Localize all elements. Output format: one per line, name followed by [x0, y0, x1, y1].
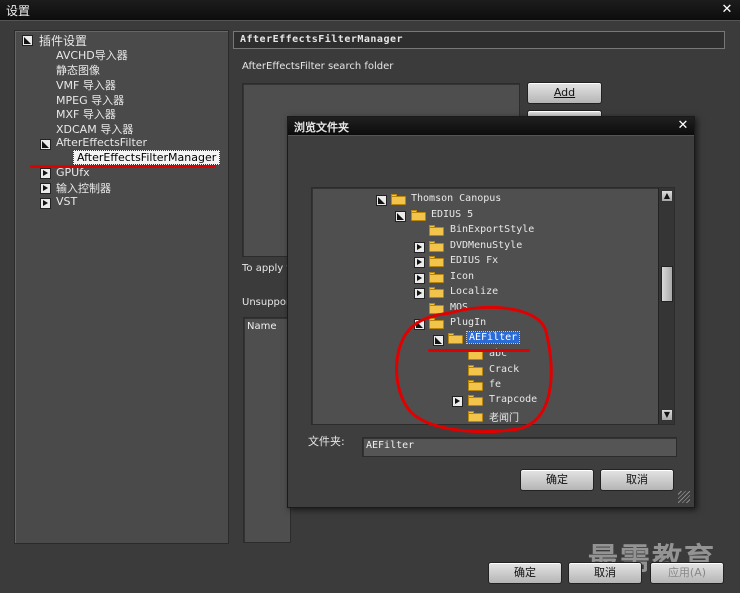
folder-thomson-canopus[interactable]: Thomson Canopus [411, 193, 501, 204]
folder-icon-dir[interactable]: Icon [450, 271, 474, 282]
folder-icon [391, 194, 406, 205]
dialog-close-icon[interactable]: ✕ [676, 119, 690, 133]
folder-localize[interactable]: Localize [450, 286, 498, 297]
folder-icon [411, 210, 426, 221]
add-button-label: Add [553, 86, 576, 99]
tree-item-still-image[interactable]: 静态图像 [56, 62, 100, 78]
dialog-cancel-button[interactable]: 取消 [600, 469, 674, 491]
tree-toggle-input-controller[interactable] [40, 183, 51, 194]
folder-dvdmenustyle[interactable]: DVDMenuStyle [450, 240, 522, 251]
ok-button[interactable]: 确定 [488, 562, 562, 584]
add-button[interactable]: Add [527, 82, 602, 104]
folder-field-label: 文件夹: [308, 435, 345, 448]
search-folder-label: AfterEffectsFilter search folder [242, 61, 394, 72]
unsupported-list[interactable]: Name [243, 317, 291, 543]
folder-icon [429, 272, 444, 283]
browse-folder-dialog: 浏览文件夹 ✕ Thomson Canopus EDIUS 5 BinExpor… [287, 116, 695, 508]
name-column-header[interactable]: Name [247, 321, 277, 332]
dialog-title-bar: 浏览文件夹 ✕ [288, 117, 694, 136]
folder-name-value: AEFilter [366, 440, 415, 451]
scroll-thumb[interactable] [661, 266, 673, 302]
toggle-thomson[interactable] [376, 195, 387, 206]
tree-item-vst[interactable]: VST [56, 195, 77, 208]
window-title: 设置 [6, 4, 31, 18]
ok-button-label: 确定 [514, 566, 536, 579]
toggle-dvdmenustyle[interactable] [414, 242, 425, 253]
folder-edius5[interactable]: EDIUS 5 [431, 209, 473, 220]
window-title-bar: 设置 ✕ [0, 0, 740, 21]
folder-icon [429, 287, 444, 298]
tree-item-aefilter-manager[interactable]: AfterEffectsFilterManager [73, 150, 221, 165]
annotation-circle [395, 305, 553, 434]
tree-toggle-vst[interactable] [40, 198, 51, 209]
resize-grip-icon[interactable] [678, 491, 690, 503]
tree-item-xdcam[interactable]: XDCAM 导入器 [56, 121, 133, 137]
folder-binexportstyle[interactable]: BinExportStyle [450, 224, 534, 235]
tree-scrollbar[interactable]: ▲ ▼ [658, 188, 674, 424]
apply-button-label: 应用(A) [667, 566, 707, 579]
apply-button[interactable]: 应用(A) [650, 562, 724, 584]
cancel-button[interactable]: 取消 [568, 562, 642, 584]
tree-item-aefilter[interactable]: AfterEffectsFilter [56, 136, 147, 149]
tree-toggle-gpufx[interactable] [40, 168, 51, 179]
folder-icon [429, 225, 444, 236]
tree-item-gpufx[interactable]: GPUfx [56, 166, 90, 179]
folder-ediusfx[interactable]: EDIUS Fx [450, 255, 498, 266]
folder-icon [429, 241, 444, 252]
folder-name-input[interactable]: AEFilter [362, 437, 677, 457]
dialog-cancel-label: 取消 [626, 473, 648, 486]
tree-item-avchd[interactable]: AVCHD导入器 [56, 47, 128, 63]
toggle-localize[interactable] [414, 288, 425, 299]
tree-item-input-controller[interactable]: 输入控制器 [56, 180, 111, 196]
toggle-ediusfx[interactable] [414, 257, 425, 268]
scroll-down-icon[interactable]: ▼ [661, 409, 673, 421]
apply-note-label: To apply t [242, 263, 291, 274]
window-close-icon[interactable]: ✕ [720, 3, 734, 17]
dialog-ok-button[interactable]: 确定 [520, 469, 594, 491]
dialog-ok-label: 确定 [546, 473, 568, 486]
toggle-edius5[interactable] [395, 211, 406, 222]
toggle-icon[interactable] [414, 273, 425, 284]
panel-header-title: AfterEffectsFilterManager [240, 34, 404, 45]
panel-header: AfterEffectsFilterManager [233, 31, 725, 49]
dialog-title: 浏览文件夹 [294, 121, 349, 134]
folder-icon [429, 256, 444, 267]
cancel-button-label: 取消 [594, 566, 616, 579]
scroll-up-icon[interactable]: ▲ [661, 190, 673, 202]
tree-item-vmf[interactable]: VMF 导入器 [56, 77, 116, 93]
tree-toggle-plugin-settings[interactable] [22, 35, 33, 46]
tree-item-mxf[interactable]: MXF 导入器 [56, 106, 116, 122]
tree-toggle-aefilter[interactable] [40, 139, 51, 150]
